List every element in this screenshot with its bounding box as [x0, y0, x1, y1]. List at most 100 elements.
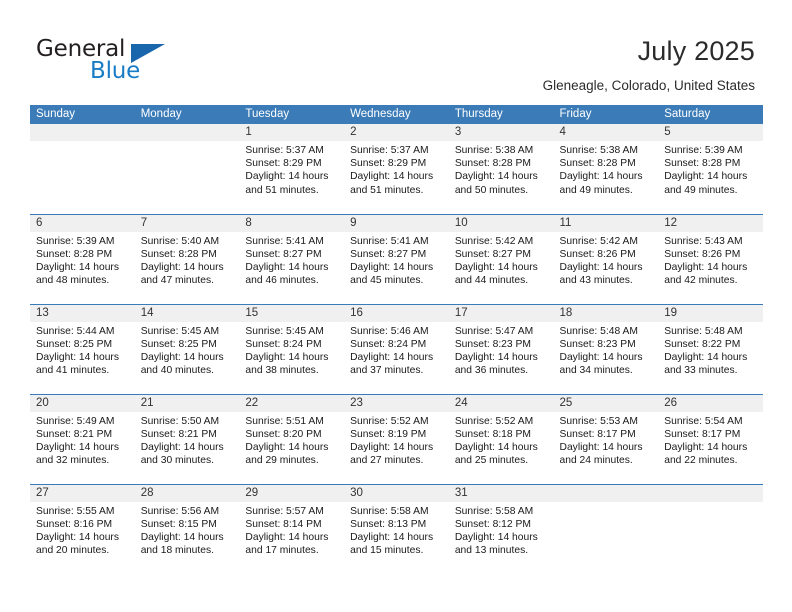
daylight-text-line1: Daylight: 14 hours	[350, 261, 434, 273]
day-details: Sunrise: 5:58 AM Sunset: 8:13 PM Daylight:…	[344, 502, 449, 558]
day-details: Sunrise: 5:40 AM Sunset: 8:28 PM Daylight:…	[135, 232, 240, 288]
calendar-day-cell-empty	[658, 483, 763, 574]
day-details: Sunrise: 5:56 AM Sunset: 8:15 PM Daylight:…	[135, 502, 240, 558]
sunrise-text: Sunrise: 5:52 AM	[454, 415, 534, 427]
day-cell-inner: 16 Sunrise: 5:46 AM Sunset: 8:24 PM Dayligh…	[344, 304, 449, 394]
daylight-text-line1: Daylight: 14 hours	[140, 441, 224, 453]
calendar-day-cell[interactable]: 24 Sunrise: 5:52 AM Sunset: 8:18 PM Dayligh…	[448, 393, 554, 484]
daylight-text-line1: Daylight: 14 hours	[454, 261, 538, 273]
calendar-day-cell[interactable]: 30 Sunrise: 5:58 AM Sunset: 8:13 PM Dayligh…	[344, 483, 449, 574]
sunset-text: Sunset: 8:26 PM	[559, 248, 636, 260]
calendar-day-cell[interactable]: 14 Sunrise: 5:45 AM Sunset: 8:25 PM Dayligh…	[134, 303, 240, 394]
day-number: 28	[134, 484, 240, 502]
calendar-day-cell[interactable]: 2 Sunrise: 5:37 AM Sunset: 8:29 PM Daylight…	[344, 124, 449, 214]
sunset-text: Sunset: 8:23 PM	[454, 338, 531, 350]
calendar-day-cell[interactable]: 18 Sunrise: 5:48 AM Sunset: 8:23 PM Dayligh…	[553, 303, 659, 394]
day-details: Sunrise: 5:38 AM Sunset: 8:28 PM Daylight:…	[554, 141, 659, 197]
weekday-header-monday: Monday	[134, 105, 240, 124]
day-number: 8	[239, 214, 345, 232]
calendar-day-cell[interactable]: 12 Sunrise: 5:43 AM Sunset: 8:26 PM Dayligh…	[658, 213, 763, 304]
calendar-day-cell[interactable]: 4 Sunrise: 5:38 AM Sunset: 8:28 PM Daylight…	[553, 124, 659, 214]
day-cell-inner: 21 Sunrise: 5:50 AM Sunset: 8:21 PM Dayligh…	[134, 394, 240, 484]
daylight-text-line2: and 42 minutes.	[664, 275, 738, 287]
daylight-text-line2: and 44 minutes.	[454, 275, 529, 287]
calendar-day-cell[interactable]: 7 Sunrise: 5:40 AM Sunset: 8:28 PM Daylight…	[134, 213, 240, 304]
sunset-text: Sunset: 8:28 PM	[559, 158, 636, 170]
day-details: Sunrise: 5:42 AM Sunset: 8:26 PM Daylight:…	[554, 232, 659, 288]
location-subtitle: Gleneagle, Colorado, United States	[542, 78, 755, 93]
calendar-day-cell[interactable]: 1 Sunrise: 5:37 AM Sunset: 8:29 PM Daylight…	[239, 124, 345, 214]
sunrise-text: Sunrise: 5:46 AM	[350, 325, 429, 337]
daylight-text-line2: and 38 minutes.	[245, 365, 319, 377]
daylight-text-line2: and 25 minutes.	[454, 455, 529, 467]
day-number: 10	[448, 214, 554, 232]
sunrise-text: Sunrise: 5:49 AM	[36, 415, 115, 427]
calendar-day-cell[interactable]: 16 Sunrise: 5:46 AM Sunset: 8:24 PM Dayligh…	[344, 303, 449, 394]
day-details: Sunrise: 5:38 AM Sunset: 8:28 PM Daylight:…	[449, 141, 554, 197]
calendar-day-cell[interactable]: 22 Sunrise: 5:51 AM Sunset: 8:20 PM Dayligh…	[239, 393, 345, 484]
day-number: 4	[553, 124, 659, 141]
daylight-text-line2: and 45 minutes.	[350, 275, 424, 287]
daylight-text-line2: and 22 minutes.	[664, 455, 738, 467]
sunset-text: Sunset: 8:17 PM	[559, 428, 636, 440]
calendar-day-cell-empty	[134, 124, 240, 214]
day-cell-inner: 25 Sunrise: 5:53 AM Sunset: 8:17 PM Dayligh…	[553, 394, 659, 484]
sunrise-text: Sunrise: 5:38 AM	[454, 145, 534, 156]
calendar-day-cell[interactable]: 3 Sunrise: 5:38 AM Sunset: 8:28 PM Daylight…	[448, 124, 554, 214]
calendar-day-cell[interactable]: 15 Sunrise: 5:45 AM Sunset: 8:24 PM Dayligh…	[239, 303, 345, 394]
day-cell-inner: 23 Sunrise: 5:52 AM Sunset: 8:19 PM Dayligh…	[344, 394, 449, 484]
calendar-day-cell[interactable]: 5 Sunrise: 5:39 AM Sunset: 8:28 PM Daylight…	[658, 124, 763, 214]
daylight-text-line1: Daylight: 14 hours	[454, 531, 538, 543]
calendar-day-cell[interactable]: 17 Sunrise: 5:47 AM Sunset: 8:23 PM Dayligh…	[448, 303, 554, 394]
daylight-text-line2: and 29 minutes.	[245, 455, 319, 467]
sunrise-text: Sunrise: 5:37 AM	[245, 145, 324, 156]
sunrise-text: Sunrise: 5:43 AM	[664, 235, 743, 247]
day-number	[553, 484, 659, 502]
sunrise-sunset-calendar: Sunday Monday Tuesday Wednesday Thursday Frid…	[30, 105, 763, 574]
daylight-text-line2: and 34 minutes.	[559, 365, 633, 377]
daylight-text-line2: and 40 minutes.	[140, 365, 214, 377]
day-cell-inner: 26 Sunrise: 5:54 AM Sunset: 8:17 PM Dayligh…	[658, 394, 763, 484]
calendar-day-cell[interactable]: 20 Sunrise: 5:49 AM Sunset: 8:21 PM Dayligh…	[30, 393, 135, 484]
calendar-day-cell[interactable]: 28 Sunrise: 5:56 AM Sunset: 8:15 PM Dayligh…	[134, 483, 240, 574]
calendar-day-cell[interactable]: 26 Sunrise: 5:54 AM Sunset: 8:17 PM Dayligh…	[658, 393, 763, 484]
calendar-day-cell[interactable]: 19 Sunrise: 5:48 AM Sunset: 8:22 PM Dayligh…	[658, 303, 763, 394]
sunrise-text: Sunrise: 5:40 AM	[140, 235, 220, 247]
day-number: 25	[553, 394, 659, 412]
day-cell-inner: 28 Sunrise: 5:56 AM Sunset: 8:15 PM Dayligh…	[134, 484, 240, 574]
sunset-text: Sunset: 8:15 PM	[140, 518, 217, 530]
daylight-text-line1: Daylight: 14 hours	[559, 261, 643, 273]
calendar-day-cell[interactable]: 6 Sunrise: 5:39 AM Sunset: 8:28 PM Daylight…	[30, 213, 135, 304]
day-details: Sunrise: 5:45 AM Sunset: 8:24 PM Daylight:…	[239, 322, 344, 378]
calendar-day-cell[interactable]: 25 Sunrise: 5:53 AM Sunset: 8:17 PM Dayligh…	[553, 393, 659, 484]
day-details: Sunrise: 5:42 AM Sunset: 8:27 PM Daylight:…	[449, 232, 554, 288]
sunrise-text: Sunrise: 5:48 AM	[559, 325, 638, 337]
calendar-day-cell[interactable]: 31 Sunrise: 5:58 AM Sunset: 8:12 PM Dayligh…	[448, 483, 554, 574]
day-number: 17	[448, 304, 554, 322]
weekday-header-saturday: Saturday	[658, 105, 763, 124]
calendar-day-cell[interactable]: 8 Sunrise: 5:41 AM Sunset: 8:27 PM Daylight…	[239, 213, 345, 304]
day-number: 9	[344, 214, 449, 232]
calendar-day-cell[interactable]: 9 Sunrise: 5:41 AM Sunset: 8:27 PM Daylight…	[344, 213, 449, 304]
sunrise-text: Sunrise: 5:39 AM	[36, 235, 115, 247]
daylight-text-line1: Daylight: 14 hours	[664, 171, 748, 183]
sunset-text: Sunset: 8:28 PM	[140, 248, 217, 260]
calendar-day-cell[interactable]: 13 Sunrise: 5:44 AM Sunset: 8:25 PM Dayligh…	[30, 303, 135, 394]
calendar-day-cell[interactable]: 29 Sunrise: 5:57 AM Sunset: 8:14 PM Dayligh…	[239, 483, 345, 574]
calendar-day-cell[interactable]: 27 Sunrise: 5:55 AM Sunset: 8:16 PM Dayligh…	[30, 483, 135, 574]
page-title: July 2025	[637, 36, 755, 66]
daylight-text-line1: Daylight: 14 hours	[664, 351, 748, 363]
sunrise-text: Sunrise: 5:50 AM	[140, 415, 220, 427]
sunrise-text: Sunrise: 5:42 AM	[454, 235, 534, 247]
day-cell-inner: 10 Sunrise: 5:42 AM Sunset: 8:27 PM Dayligh…	[448, 214, 554, 304]
day-cell-inner: 11 Sunrise: 5:42 AM Sunset: 8:26 PM Dayligh…	[553, 214, 659, 304]
sunset-text: Sunset: 8:18 PM	[454, 428, 531, 440]
calendar-day-cell[interactable]: 21 Sunrise: 5:50 AM Sunset: 8:21 PM Dayligh…	[134, 393, 240, 484]
calendar-day-cell[interactable]: 11 Sunrise: 5:42 AM Sunset: 8:26 PM Dayligh…	[553, 213, 659, 304]
daylight-text-line1: Daylight: 14 hours	[245, 441, 329, 453]
calendar-day-cell[interactable]: 10 Sunrise: 5:42 AM Sunset: 8:27 PM Dayligh…	[448, 213, 554, 304]
calendar-day-cell[interactable]: 23 Sunrise: 5:52 AM Sunset: 8:19 PM Dayligh…	[344, 393, 449, 484]
day-cell-inner	[134, 124, 240, 213]
day-details: Sunrise: 5:39 AM Sunset: 8:28 PM Daylight:…	[30, 232, 135, 288]
day-number: 11	[553, 214, 659, 232]
